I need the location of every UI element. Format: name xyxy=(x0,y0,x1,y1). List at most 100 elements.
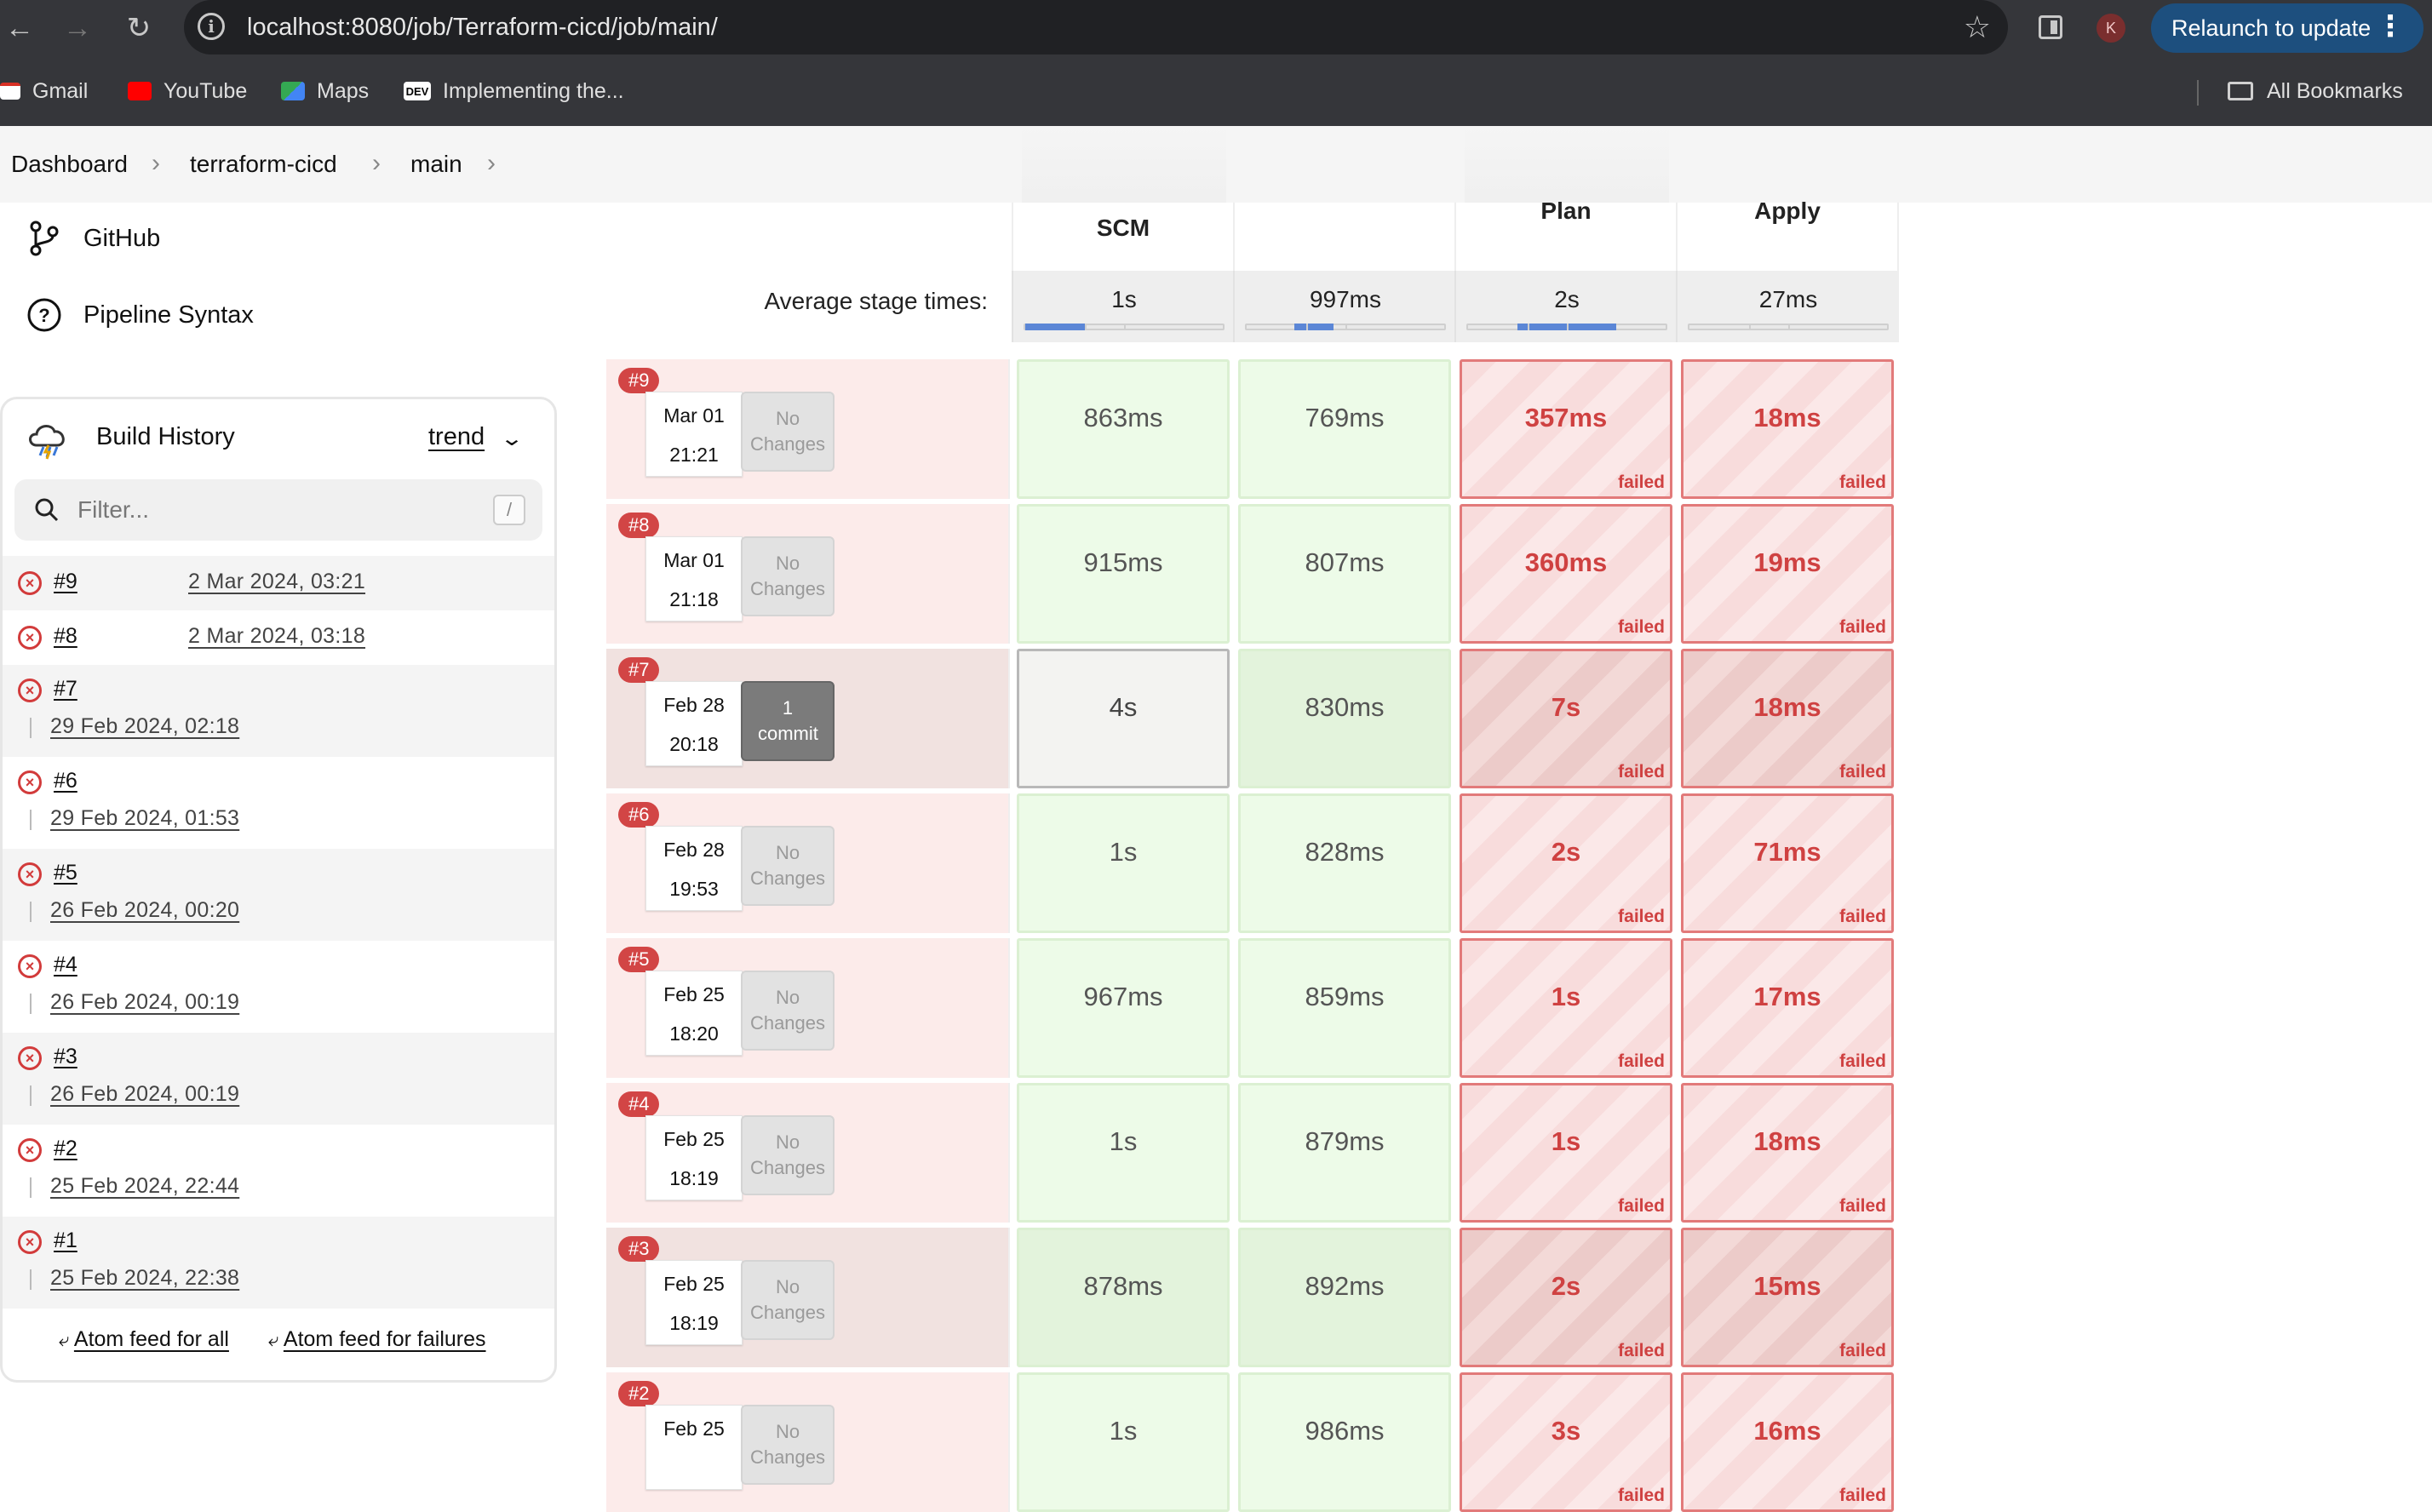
sidebar-item-github[interactable]: GitHub xyxy=(26,213,160,264)
stage-result-cell[interactable]: 1s xyxy=(1017,793,1230,933)
stage-result-cell[interactable]: 16ms failed xyxy=(1681,1372,1894,1512)
stage-result-cell[interactable]: 7s failed xyxy=(1460,649,1672,788)
stage-result-cell[interactable]: 878ms xyxy=(1017,1228,1230,1367)
build-date-link[interactable]: 29 Feb 2024, 01:53 xyxy=(50,806,239,831)
build-history-row[interactable]: × #7 29 Feb 2024, 02:18 xyxy=(3,665,554,757)
build-date-link[interactable]: 26 Feb 2024, 00:20 xyxy=(50,898,239,923)
chevron-down-icon[interactable]: ⌄ xyxy=(500,427,524,451)
url-text[interactable]: localhost:8080/job/Terraform-cicd/job/ma… xyxy=(247,0,718,54)
more-menu-icon[interactable]: ⋮ xyxy=(2376,3,2405,53)
stage-result-cell[interactable]: 1s xyxy=(1017,1372,1230,1512)
bookmark-star-icon[interactable]: ☆ xyxy=(1964,0,1991,54)
stage-result-cell[interactable]: 967ms xyxy=(1017,938,1230,1078)
build-history-row[interactable]: × #5 26 Feb 2024, 00:20 xyxy=(3,849,554,941)
stage-result-cell[interactable]: 19ms failed xyxy=(1681,504,1894,644)
all-bookmarks-button[interactable]: All Bookmarks xyxy=(2228,56,2403,126)
address-bar[interactable]: i localhost:8080/job/Terraform-cicd/job/… xyxy=(184,0,2008,54)
build-number-badge[interactable]: #3 xyxy=(618,1236,660,1262)
stage-result-cell[interactable]: 2s failed xyxy=(1460,1228,1672,1367)
build-number-badge[interactable]: #6 xyxy=(618,802,660,828)
build-date-link[interactable]: 25 Feb 2024, 22:44 xyxy=(50,1174,239,1199)
stage-result-cell[interactable]: 915ms xyxy=(1017,504,1230,644)
relaunch-button[interactable]: Relaunch to update ⋮ xyxy=(2151,3,2423,53)
build-number-badge[interactable]: #7 xyxy=(618,657,660,683)
bookmark-youtube[interactable]: YouTube xyxy=(128,56,247,126)
stage-result-cell[interactable]: 71ms failed xyxy=(1681,793,1894,933)
build-history-row[interactable]: × #2 25 Feb 2024, 22:44 xyxy=(3,1125,554,1217)
failed-status-icon: × xyxy=(18,954,42,978)
build-number-link[interactable]: #4 xyxy=(54,953,77,977)
stage-duration: 3s xyxy=(1551,1416,1581,1446)
build-number-badge[interactable]: #8 xyxy=(618,513,660,538)
stage-result-cell[interactable]: 18ms failed xyxy=(1681,649,1894,788)
bookmark-gmail[interactable]: Gmail xyxy=(0,56,88,126)
sidebar-item-pipeline-syntax[interactable]: ? Pipeline Syntax xyxy=(26,289,254,341)
build-number-badge[interactable]: #2 xyxy=(618,1381,660,1406)
stage-result-cell[interactable]: 357ms failed xyxy=(1460,359,1672,499)
stage-result-cell[interactable]: 3s failed xyxy=(1460,1372,1672,1512)
stage-result-cell[interactable]: 859ms xyxy=(1238,938,1451,1078)
build-history-row[interactable]: × #9 2 Mar 2024, 03:21 xyxy=(3,556,554,610)
stage-duration: 807ms xyxy=(1305,547,1385,577)
bookmark-maps[interactable]: Maps xyxy=(281,56,369,126)
build-date-link[interactable]: 25 Feb 2024, 22:38 xyxy=(50,1266,239,1291)
build-date-link[interactable]: 2 Mar 2024, 03:18 xyxy=(188,624,365,649)
build-date-link[interactable]: 26 Feb 2024, 00:19 xyxy=(50,1082,239,1107)
stage-result-cell[interactable]: 18ms failed xyxy=(1681,1083,1894,1223)
stage-result-cell[interactable]: 18ms failed xyxy=(1681,359,1894,499)
breadcrumb-dashboard[interactable]: Dashboard xyxy=(11,126,128,203)
commit-changes-button[interactable]: 1 commit xyxy=(741,681,835,761)
build-number-badge[interactable]: #9 xyxy=(618,368,660,393)
stage-result-cell[interactable]: 1s failed xyxy=(1460,1083,1672,1223)
stage-result-cell[interactable]: 360ms failed xyxy=(1460,504,1672,644)
stage-result-cell[interactable]: 807ms xyxy=(1238,504,1451,644)
back-arrow-icon[interactable]: ← xyxy=(0,0,39,56)
build-number-link[interactable]: #7 xyxy=(54,677,77,702)
stage-result-cell[interactable]: 2s failed xyxy=(1460,793,1672,933)
build-history-row[interactable]: × #6 29 Feb 2024, 01:53 xyxy=(3,757,554,849)
stage-result-cell[interactable]: 1s xyxy=(1017,1083,1230,1223)
build-date-link[interactable]: 29 Feb 2024, 02:18 xyxy=(50,714,239,739)
site-info-icon[interactable]: i xyxy=(198,13,225,40)
stage-name: Plan xyxy=(1540,198,1592,224)
stage-result-cell[interactable]: 863ms xyxy=(1017,359,1230,499)
stage-result-cell[interactable]: 15ms failed xyxy=(1681,1228,1894,1367)
reload-icon[interactable]: ↻ xyxy=(119,0,158,56)
build-number-badge[interactable]: #5 xyxy=(618,947,660,972)
stage-result-cell[interactable]: 1s failed xyxy=(1460,938,1672,1078)
build-filter-input[interactable]: Filter... / xyxy=(14,479,542,541)
build-date-link[interactable]: 2 Mar 2024, 03:21 xyxy=(188,570,365,594)
build-history-row[interactable]: × #4 26 Feb 2024, 00:19 xyxy=(3,941,554,1033)
build-history-row[interactable]: × #1 25 Feb 2024, 22:38 xyxy=(3,1217,554,1309)
stage-result-cell[interactable]: 879ms xyxy=(1238,1083,1451,1223)
build-number-link[interactable]: #8 xyxy=(54,624,77,649)
build-number-link[interactable]: #9 xyxy=(54,570,77,594)
build-history-row[interactable]: × #3 26 Feb 2024, 00:19 xyxy=(3,1033,554,1125)
atom-feed-failures-link[interactable]: ⤶ Atom feed for failures xyxy=(268,1327,486,1352)
stage-result-cell[interactable]: 4s xyxy=(1017,649,1230,788)
build-number-link[interactable]: #5 xyxy=(54,861,77,885)
build-number-link[interactable]: #6 xyxy=(54,769,77,793)
stage-result-cell[interactable]: 769ms xyxy=(1238,359,1451,499)
build-history-row[interactable]: × #8 2 Mar 2024, 03:18 xyxy=(3,610,554,665)
build-date-link[interactable]: 26 Feb 2024, 00:19 xyxy=(50,990,239,1015)
stage-result-cell[interactable]: 892ms xyxy=(1238,1228,1451,1367)
breadcrumb-main[interactable]: main xyxy=(410,126,462,203)
profile-avatar[interactable]: K xyxy=(2096,14,2125,43)
stage-result-cell[interactable]: 986ms xyxy=(1238,1372,1451,1512)
side-panel-icon[interactable] xyxy=(2039,15,2062,39)
build-number-badge[interactable]: #4 xyxy=(618,1091,660,1117)
build-number-link[interactable]: #3 xyxy=(54,1045,77,1069)
breadcrumb-terraform-cicd[interactable]: terraform-cicd xyxy=(190,126,337,203)
stage-result-cell[interactable]: 828ms xyxy=(1238,793,1451,933)
build-number-link[interactable]: #1 xyxy=(54,1228,77,1253)
stage-result-cell[interactable]: 17ms failed xyxy=(1681,938,1894,1078)
stage-result-cell[interactable]: 830ms xyxy=(1238,649,1451,788)
build-number-link[interactable]: #2 xyxy=(54,1137,77,1161)
atom-feed-all-link[interactable]: ⤶ Atom feed for all xyxy=(59,1327,229,1352)
timeline-bar xyxy=(30,1269,32,1290)
trend-link[interactable]: trend xyxy=(428,423,485,451)
average-time-bar xyxy=(1466,324,1667,330)
bookmark-dev[interactable]: DEV Implementing the... xyxy=(404,56,624,126)
forward-arrow-icon[interactable]: → xyxy=(58,0,97,56)
